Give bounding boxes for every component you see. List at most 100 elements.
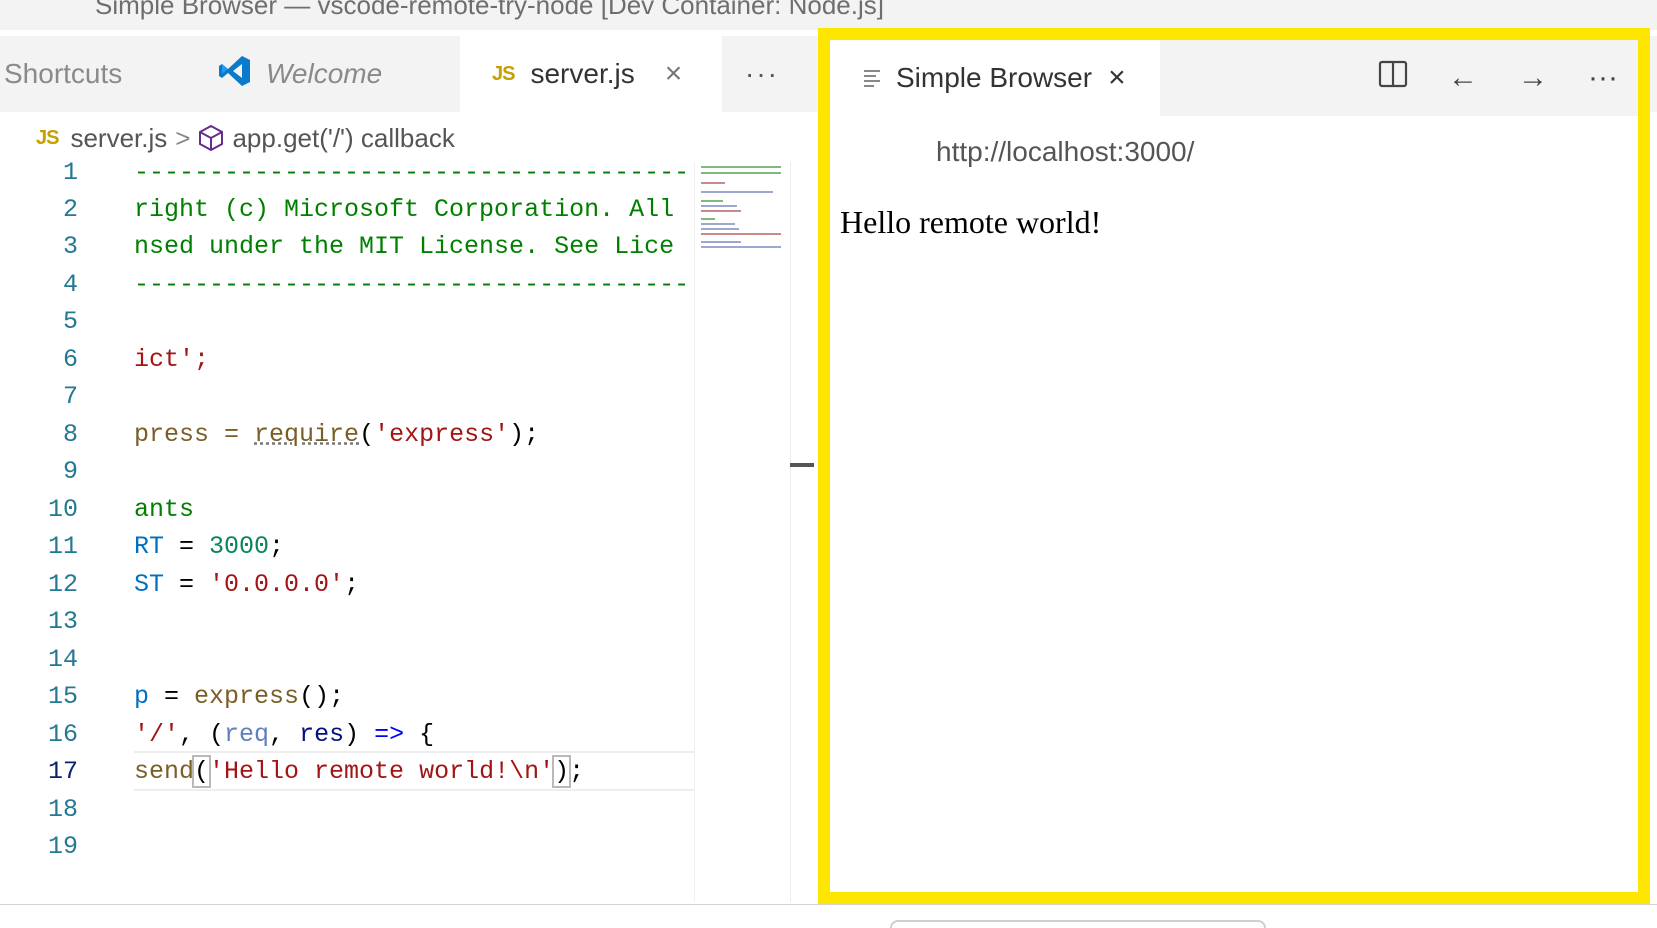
document-lines-icon — [862, 67, 882, 89]
code-line: 14 — [0, 639, 694, 679]
code-line: 18 — [0, 789, 694, 829]
bottom-input-field[interactable] — [890, 920, 1266, 928]
breadcrumb-symbol[interactable]: app.get('/') callback — [232, 123, 454, 154]
arrow-left-icon: ← — [1448, 61, 1478, 94]
code-line: 10 ants — [0, 489, 694, 529]
close-icon[interactable]: × — [1108, 61, 1126, 95]
line-number: 14 — [47, 644, 78, 674]
minimap-line — [701, 172, 781, 174]
url-bar[interactable]: http://localhost:3000/ — [936, 136, 1194, 168]
line-number: 7 — [62, 381, 78, 411]
forward-button[interactable]: → — [1498, 40, 1568, 116]
breadcrumb-separator-icon: > — [175, 122, 191, 153]
line-number: 19 — [47, 831, 78, 861]
code-text: right (c) Microsoft Corporation. All — [134, 194, 675, 224]
minimap-line — [701, 241, 741, 243]
current-line-highlight — [134, 751, 694, 791]
code-line: 2 right (c) Microsoft Corporation. All — [0, 189, 694, 229]
editor-scrollbar[interactable] — [790, 162, 814, 902]
tab-simple-browser[interactable]: Simple Browser × — [830, 40, 1160, 116]
simple-browser-tab-bar: Simple Browser × ← → ··· — [830, 40, 1638, 116]
line-number: 10 — [47, 494, 78, 524]
simple-browser-panel: Simple Browser × ← → ··· http://localhos… — [818, 28, 1650, 904]
tab-welcome[interactable]: Welcome — [196, 36, 460, 112]
minimap-line — [701, 200, 723, 202]
minimap-line — [701, 210, 741, 212]
simple-browser-actions: ← → ··· — [1358, 40, 1638, 116]
more-actions-button[interactable]: ··· — [722, 36, 802, 112]
split-editor-icon — [1378, 59, 1408, 97]
code-line: 16 '/', (req, res) => { — [0, 714, 694, 754]
code-text: ------------------------------------- — [134, 162, 690, 187]
close-icon[interactable]: × — [665, 57, 683, 91]
tab-server-label: server.js — [530, 58, 635, 89]
code-line: 6 ict'; — [0, 339, 694, 379]
js-file-icon: JS — [492, 62, 515, 85]
line-number: 18 — [47, 794, 78, 824]
line-number: 5 — [62, 306, 78, 336]
tab-welcome-label: Welcome — [266, 58, 383, 89]
bottom-panel-strip — [0, 905, 1657, 928]
code-line: 12 ST = '0.0.0.0'; — [0, 564, 694, 604]
line-number: 2 — [62, 194, 78, 224]
minimap-line — [701, 223, 735, 225]
minimap-line — [701, 228, 739, 230]
code-line: 9 — [0, 451, 694, 491]
line-number: 15 — [47, 681, 78, 711]
code-text: nsed under the MIT License. See Lice — [134, 231, 675, 261]
line-number: 13 — [47, 606, 78, 636]
breadcrumb-file[interactable]: server.js — [70, 123, 167, 154]
window-title: Simple Browser — vscode-remote-try-node … — [95, 0, 884, 20]
code-line: 4 ------------------------------------- — [0, 264, 694, 304]
minimap-line — [701, 205, 737, 207]
code-text: p = express(); — [134, 681, 345, 711]
code-text: '/', (req, res) => { — [134, 719, 435, 749]
code-line: 15 p = express(); — [0, 676, 694, 716]
line-number: 9 — [62, 456, 78, 486]
code-line: 19 — [0, 826, 694, 866]
code-line: 7 — [0, 376, 694, 416]
code-line: 3 nsed under the MIT License. See Lice — [0, 226, 694, 266]
breadcrumb: JS server.js > app.get('/') callback — [0, 112, 810, 164]
more-actions-button[interactable]: ··· — [1568, 40, 1638, 116]
line-number: 8 — [62, 419, 78, 449]
code-text: ------------------------------------- — [134, 269, 690, 299]
minimap-line — [701, 233, 781, 235]
minimap[interactable] — [694, 162, 790, 902]
code-text: ants — [134, 494, 195, 524]
line-number: 11 — [47, 531, 78, 561]
code-text: ict'; — [134, 344, 210, 374]
page-content-text: Hello remote world! — [840, 204, 1102, 240]
back-button[interactable]: ← — [1428, 40, 1498, 116]
code-line: 8 press = require('express'); — [0, 414, 694, 454]
code-line: 13 — [0, 601, 694, 641]
line-number: 3 — [62, 231, 78, 261]
code-text: press = require('express'); — [134, 419, 540, 449]
minimap-line — [701, 218, 715, 220]
line-number: 6 — [62, 344, 78, 374]
line-number: 17 — [47, 756, 78, 786]
minimap-line — [701, 191, 773, 193]
window-titlebar: Simple Browser — vscode-remote-try-node … — [0, 0, 1657, 30]
split-editor-button[interactable] — [1358, 40, 1428, 116]
tab-simple-browser-label: Simple Browser — [896, 62, 1093, 93]
js-file-icon: JS — [36, 126, 59, 149]
tab-shortcuts[interactable]: Shortcuts — [0, 36, 196, 112]
line-number: 4 — [62, 269, 78, 299]
code-line: 5 — [0, 301, 694, 341]
tab-server-js[interactable]: JS server.js × — [460, 36, 722, 112]
code-line: 1 ------------------------------------- — [0, 162, 694, 192]
method-cube-icon — [198, 124, 224, 152]
code-editor[interactable]: 1 ------------------------------------- … — [0, 162, 694, 902]
code-text: RT = 3000; — [134, 531, 285, 561]
code-line: 11 RT = 3000; — [0, 526, 694, 566]
minimap-line — [701, 182, 725, 184]
vscode-logo-icon — [218, 54, 252, 95]
scroll-position-marker — [790, 463, 814, 467]
line-number: 12 — [47, 569, 78, 599]
arrow-right-icon: → — [1518, 61, 1548, 94]
minimap-line — [701, 166, 781, 168]
code-text: ST = '0.0.0.0'; — [134, 569, 360, 599]
minimap-line — [701, 246, 781, 248]
tab-shortcuts-label: Shortcuts — [4, 58, 123, 89]
